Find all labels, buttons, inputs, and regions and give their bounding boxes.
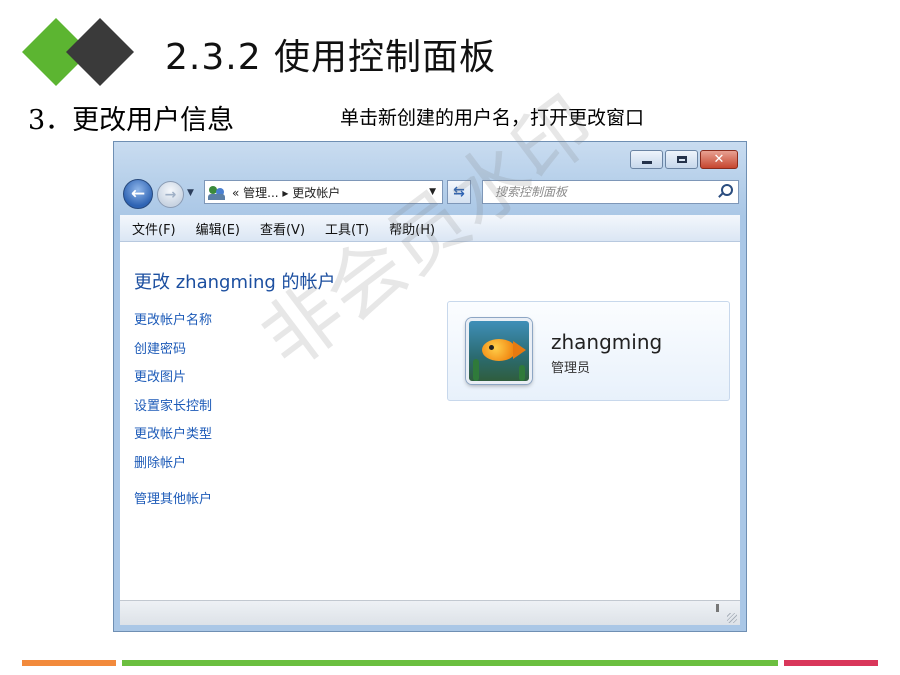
menu-edit[interactable]: 编辑(E) xyxy=(196,219,240,238)
user-role: 管理员 xyxy=(551,361,591,376)
menu-bar: 文件(F) 编辑(E) 查看(V) 工具(T) 帮助(H) xyxy=(120,215,740,242)
task-link-change-picture[interactable]: 更改图片 xyxy=(134,366,186,385)
forward-arrow-icon: → xyxy=(164,186,177,203)
user-name: zhangming xyxy=(551,330,663,354)
page-heading: 更改 zhangming 的帐户 xyxy=(134,272,336,293)
back-arrow-icon: ← xyxy=(130,184,146,204)
search-input[interactable] xyxy=(493,184,716,200)
address-bar[interactable]: « 管理... ▸ 更改帐户 ▼ xyxy=(204,180,443,204)
footer-stripe-green xyxy=(122,660,778,666)
recent-pages-dropdown[interactable]: ▼ xyxy=(187,188,194,198)
task-link-create-password[interactable]: 创建密码 xyxy=(134,338,186,357)
task-link-parental-controls[interactable]: 设置家长控制 xyxy=(134,395,212,414)
close-button[interactable]: ✕ xyxy=(700,150,738,169)
change-account-window: ✕ ← → ▼ « 管理... ▸ 更改帐户 ▼ ⇆ 文件(F) 编辑(E) 查… xyxy=(113,141,747,632)
back-button[interactable]: ← xyxy=(123,179,153,209)
minimize-button[interactable] xyxy=(630,150,663,169)
address-path[interactable]: « 管理... ▸ 更改帐户 xyxy=(232,184,429,201)
status-bar xyxy=(120,600,740,625)
menu-tools[interactable]: 工具(T) xyxy=(325,219,369,238)
search-icon[interactable] xyxy=(716,183,734,201)
menu-help[interactable]: 帮助(H) xyxy=(389,219,435,238)
status-divider xyxy=(716,604,719,612)
task-link-change-name[interactable]: 更改帐户名称 xyxy=(134,309,212,328)
minimize-icon xyxy=(641,160,652,164)
account-card[interactable]: zhangming 管理员 xyxy=(447,301,730,401)
task-link-manage-other-accounts[interactable]: 管理其他帐户 xyxy=(134,488,212,507)
forward-button[interactable]: → xyxy=(157,181,184,208)
search-box[interactable] xyxy=(482,180,739,204)
maximize-button[interactable] xyxy=(665,150,698,169)
avatar[interactable] xyxy=(466,318,532,384)
resize-grip[interactable] xyxy=(727,613,737,623)
maximize-icon xyxy=(676,156,687,163)
slide-logo xyxy=(22,18,134,86)
refresh-button[interactable]: ⇆ xyxy=(447,180,471,204)
menu-file[interactable]: 文件(F) xyxy=(132,219,176,238)
footer-stripe-orange xyxy=(22,660,116,666)
window-controls: ✕ xyxy=(630,150,738,169)
task-link-change-type[interactable]: 更改帐户类型 xyxy=(134,423,212,442)
section-note: 单击新创建的用户名，打开更改窗口 xyxy=(340,107,645,129)
fish-picture xyxy=(482,339,516,361)
close-icon: ✕ xyxy=(713,152,725,167)
logo-dark-diamond xyxy=(66,18,134,86)
content-pane: 更改 zhangming 的帐户 更改帐户名称 创建密码 更改图片 设置家长控制… xyxy=(120,242,740,600)
section-title: 3．更改用户信息 xyxy=(28,105,235,136)
menu-view[interactable]: 查看(V) xyxy=(260,219,305,238)
footer-stripe-red xyxy=(784,660,878,666)
slide-title: 2.3.2 使用控制面板 xyxy=(165,37,497,78)
address-dropdown-icon[interactable]: ▼ xyxy=(429,187,436,197)
refresh-icon: ⇆ xyxy=(453,184,465,200)
task-link-delete-account[interactable]: 删除帐户 xyxy=(134,452,186,471)
user-accounts-icon xyxy=(208,184,226,200)
